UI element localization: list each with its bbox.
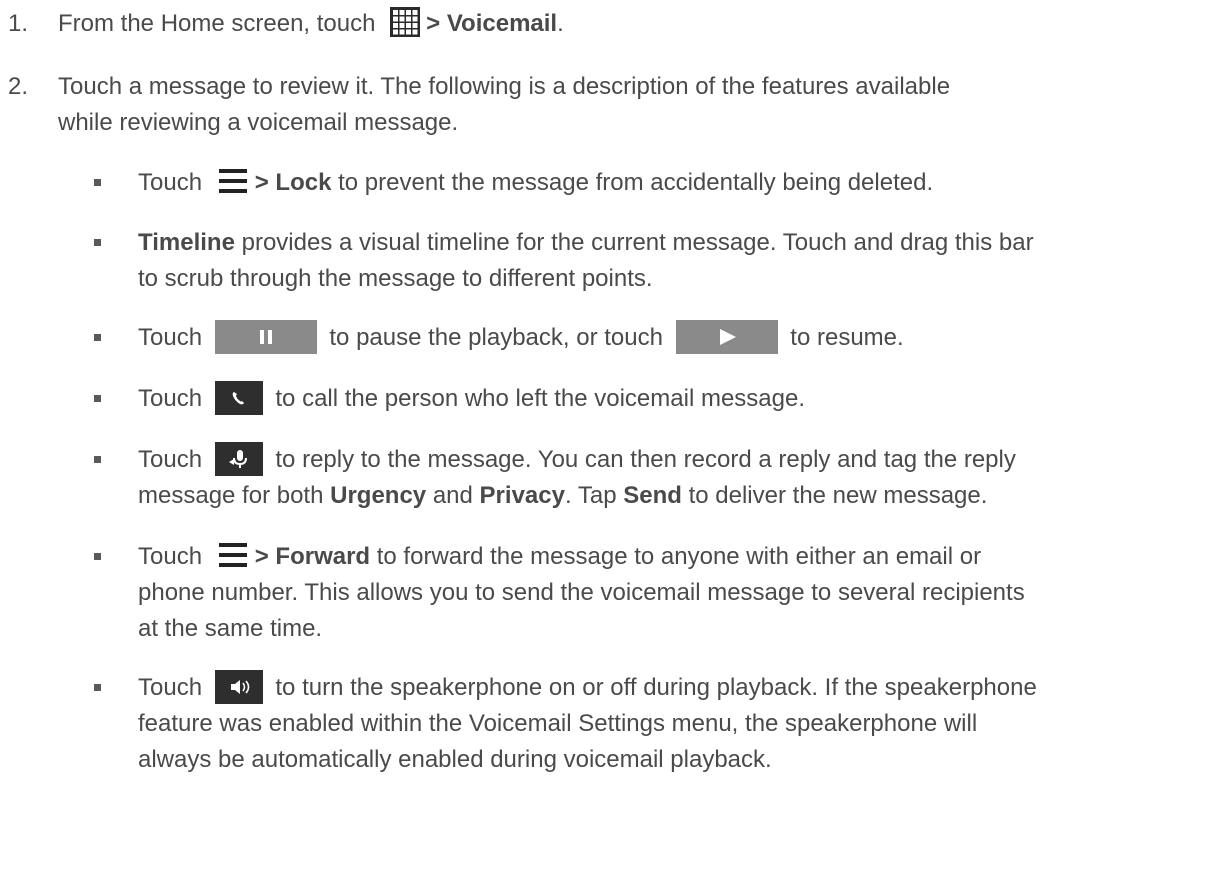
touch-text: Touch xyxy=(138,674,203,701)
bullet-text: Touch to call the person who left the vo… xyxy=(138,380,1213,417)
and-text: and xyxy=(432,482,473,509)
bullet-text: Touch to pause the playback, or touch to… xyxy=(138,319,1213,356)
speaker-icon xyxy=(214,669,263,704)
step-number: 2. xyxy=(8,73,29,100)
timeline-label: Timeline xyxy=(138,229,235,256)
call-description: to call the person who left the voicemai… xyxy=(275,385,805,412)
voicemail-label: > Voicemail xyxy=(426,10,558,37)
bullet-marker xyxy=(94,553,101,560)
bullet-marker xyxy=(94,684,101,691)
step-2-line-2: while reviewing a voicemail message. xyxy=(58,109,459,136)
bullet-marker xyxy=(94,179,101,186)
step-1-text: From the Home screen, touch xyxy=(58,10,376,37)
bullet-marker xyxy=(94,456,101,463)
bullet-text: Touch to turn the speakerphone on or off… xyxy=(138,669,1213,778)
menu-icon xyxy=(218,168,247,193)
apps-grid-icon xyxy=(390,6,421,37)
tap-text: . Tap xyxy=(564,482,617,509)
pause-icon xyxy=(214,319,317,354)
reply-icon xyxy=(214,441,263,476)
resume-text: to resume. xyxy=(790,324,904,351)
step-text: Touch a message to review it. The follow… xyxy=(58,69,1208,141)
bullet-text: Touch > Forward to forward the message t… xyxy=(138,539,1213,647)
urgency-label: Urgency xyxy=(330,482,427,509)
speaker-line-2: feature was enabled within the Voicemail… xyxy=(138,710,978,737)
bullet-text: Timeline provides a visual timeline for … xyxy=(138,225,1213,297)
bullet-text: Touch to reply to the message. You can t… xyxy=(138,441,1213,514)
speaker-description: to turn the speakerphone on or off durin… xyxy=(275,674,1037,701)
bullet-marker xyxy=(94,334,101,341)
forward-line-2: phone number. This allows you to send th… xyxy=(138,579,1025,606)
play-icon xyxy=(675,319,778,354)
speaker-line-3: always be automatically enabled during v… xyxy=(138,746,772,773)
timeline-line-2: to scrub through the message to differen… xyxy=(138,265,653,292)
forward-line-3: at the same time. xyxy=(138,615,323,642)
touch-text: Touch xyxy=(138,169,203,196)
forward-label: > Forward xyxy=(254,543,371,570)
timeline-line-1: provides a visual timeline for the curre… xyxy=(241,229,1034,256)
phone-icon xyxy=(214,380,263,415)
touch-text: Touch xyxy=(138,543,203,570)
reply-line-2-start: message for both xyxy=(138,482,324,509)
reply-line-2-end: to deliver the new message. xyxy=(688,482,988,509)
touch-text: Touch xyxy=(138,385,203,412)
forward-description: to forward the message to anyone with ei… xyxy=(376,543,982,570)
step-2-line-1: Touch a message to review it. The follow… xyxy=(58,73,951,100)
step-text: From the Home screen, touch > Voicemail. xyxy=(58,6,1208,42)
bullet-text: Touch > Lock to prevent the message from… xyxy=(138,165,1213,201)
step-1-end: . xyxy=(557,10,564,37)
lock-label: > Lock xyxy=(254,169,332,196)
step-number: 1. xyxy=(8,10,29,37)
pause-description: to pause the playback, or touch xyxy=(329,324,663,351)
touch-text: Touch xyxy=(138,324,203,351)
reply-description: to reply to the message. You can then re… xyxy=(275,446,1016,473)
send-label: Send xyxy=(623,482,682,509)
touch-text: Touch xyxy=(138,446,203,473)
bullet-marker xyxy=(94,239,101,246)
bullet-marker xyxy=(94,395,101,402)
menu-icon xyxy=(218,542,247,567)
lock-description: to prevent the message from accidentally… xyxy=(338,169,934,196)
privacy-label: Privacy xyxy=(479,482,565,509)
